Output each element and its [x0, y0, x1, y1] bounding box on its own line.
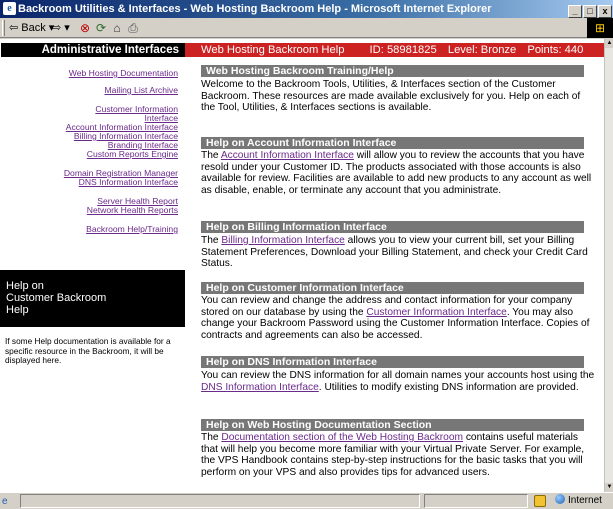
stop-icon[interactable]: ⊗	[77, 20, 93, 36]
nav-link-dns-information-interface[interactable]: DNS Information Interface	[0, 178, 178, 187]
help-note: If some Help documentation is available …	[5, 336, 171, 365]
nav-link-backroom-help-training[interactable]: Backroom Help/Training	[0, 225, 178, 234]
section-text: The	[201, 150, 221, 161]
customer-information-interface-link[interactable]: Customer Information Interface	[366, 307, 506, 318]
browser-toolbar: ⇦ Back ▾ ⇨ ▾ ⊗ ⟳ ⌂ ⎙ ⊞	[0, 18, 613, 38]
security-zone: Internet	[555, 494, 602, 508]
nav-link-custom-reports-engine[interactable]: Custom Reports Engine	[0, 150, 178, 159]
section-body: Welcome to the Backroom Tools, Utilities…	[201, 79, 595, 114]
section-heading: Help on Account Information Interface	[201, 137, 584, 149]
documentation-section-link[interactable]: Documentation section of the Web Hosting…	[221, 432, 463, 443]
window-controls: _ □ x	[567, 2, 612, 18]
section-body: The Billing Information Interface allows…	[201, 235, 595, 270]
vertical-scrollbar[interactable]: ▲ ▼	[604, 39, 613, 492]
print-icon[interactable]: ⎙	[125, 20, 141, 36]
section-text: . Utilities to modify existing DNS infor…	[318, 381, 579, 393]
page-header-bar: Web Hosting Backroom Help ID: 58981825 L…	[185, 43, 604, 57]
globe-icon	[555, 494, 565, 504]
scroll-down-arrow-icon[interactable]: ▼	[605, 483, 613, 492]
section-text: Welcome to the Backroom Tools, Utilities…	[201, 79, 581, 114]
lock-icon	[534, 495, 546, 507]
section-body: The Documentation section of the Web Hos…	[201, 432, 595, 478]
refresh-icon[interactable]: ⟳	[93, 20, 109, 36]
billing-information-interface-link[interactable]: Billing Information Interface	[221, 235, 344, 246]
title-bar: e Backroom Utilities & Interfaces - Web …	[0, 0, 613, 18]
ie-logo-icon: e	[3, 2, 16, 15]
maximize-button[interactable]: □	[583, 5, 597, 18]
status-pane	[20, 494, 420, 508]
customer-points: Points: 440	[527, 44, 584, 56]
throbber-icon: ⊞	[587, 18, 613, 38]
window-title: Backroom Utilities & Interfaces - Web Ho…	[18, 3, 492, 15]
nav-link-mailing-list-archive[interactable]: Mailing List Archive	[0, 86, 178, 95]
customer-id: ID: 58981825	[369, 44, 437, 56]
page-status-icon: e	[2, 496, 8, 507]
security-zone-label: Internet	[568, 495, 602, 506]
dns-information-interface-link[interactable]: DNS Information Interface	[201, 382, 319, 393]
account-information-interface-link[interactable]: Account Information Interface	[221, 150, 354, 161]
sidebar-nav: Web Hosting Documentation Mailing List A…	[0, 66, 178, 234]
page-content: Administrative Interfaces Web Hosting Do…	[0, 39, 604, 492]
section-heading: Help on Customer Information Interface	[201, 282, 584, 294]
section-body: The Account Information Interface will a…	[201, 150, 595, 196]
nav-link-web-hosting-documentation[interactable]: Web Hosting Documentation	[0, 69, 178, 78]
scroll-up-arrow-icon[interactable]: ▲	[605, 39, 613, 48]
status-bar: e Internet	[0, 492, 613, 509]
section-text: The	[201, 432, 222, 443]
section-body: You can review the DNS information for a…	[201, 370, 595, 393]
browser-window: e Backroom Utilities & Interfaces - Web …	[0, 0, 613, 509]
help-box-line: Customer Backroom	[6, 292, 107, 304]
help-box: Help on Customer Backroom Help	[0, 270, 185, 327]
nav-link-network-health-reports[interactable]: Network Health Reports	[0, 206, 178, 215]
page-title: Web Hosting Backroom Help	[201, 44, 345, 56]
help-box-line: Help on	[6, 280, 44, 292]
home-icon[interactable]: ⌂	[109, 20, 125, 36]
section-heading: Web Hosting Backroom Training/Help	[201, 65, 584, 77]
left-column: Administrative Interfaces Web Hosting Do…	[0, 39, 185, 492]
status-pane	[424, 494, 528, 508]
section-text: You can review the DNS information for a…	[201, 370, 595, 381]
toolbar-grip	[2, 20, 5, 36]
section-body: You can review and change the address an…	[201, 295, 595, 341]
section-heading: Help on Billing Information Interface	[201, 221, 584, 233]
help-box-line: Help	[6, 304, 29, 316]
section-heading: Help on DNS Information Interface	[201, 356, 584, 368]
customer-level: Level: Bronze	[447, 44, 517, 56]
back-button[interactable]: ⇦ Back ▾	[9, 20, 54, 36]
close-button[interactable]: x	[598, 5, 612, 18]
section-text: The	[201, 235, 222, 246]
section-heading: Help on Web Hosting Documentation Sectio…	[201, 419, 584, 431]
sidebar-header: Administrative Interfaces	[1, 43, 185, 57]
minimize-button[interactable]: _	[568, 5, 582, 18]
forward-button[interactable]: ⇨ ▾	[52, 20, 70, 36]
